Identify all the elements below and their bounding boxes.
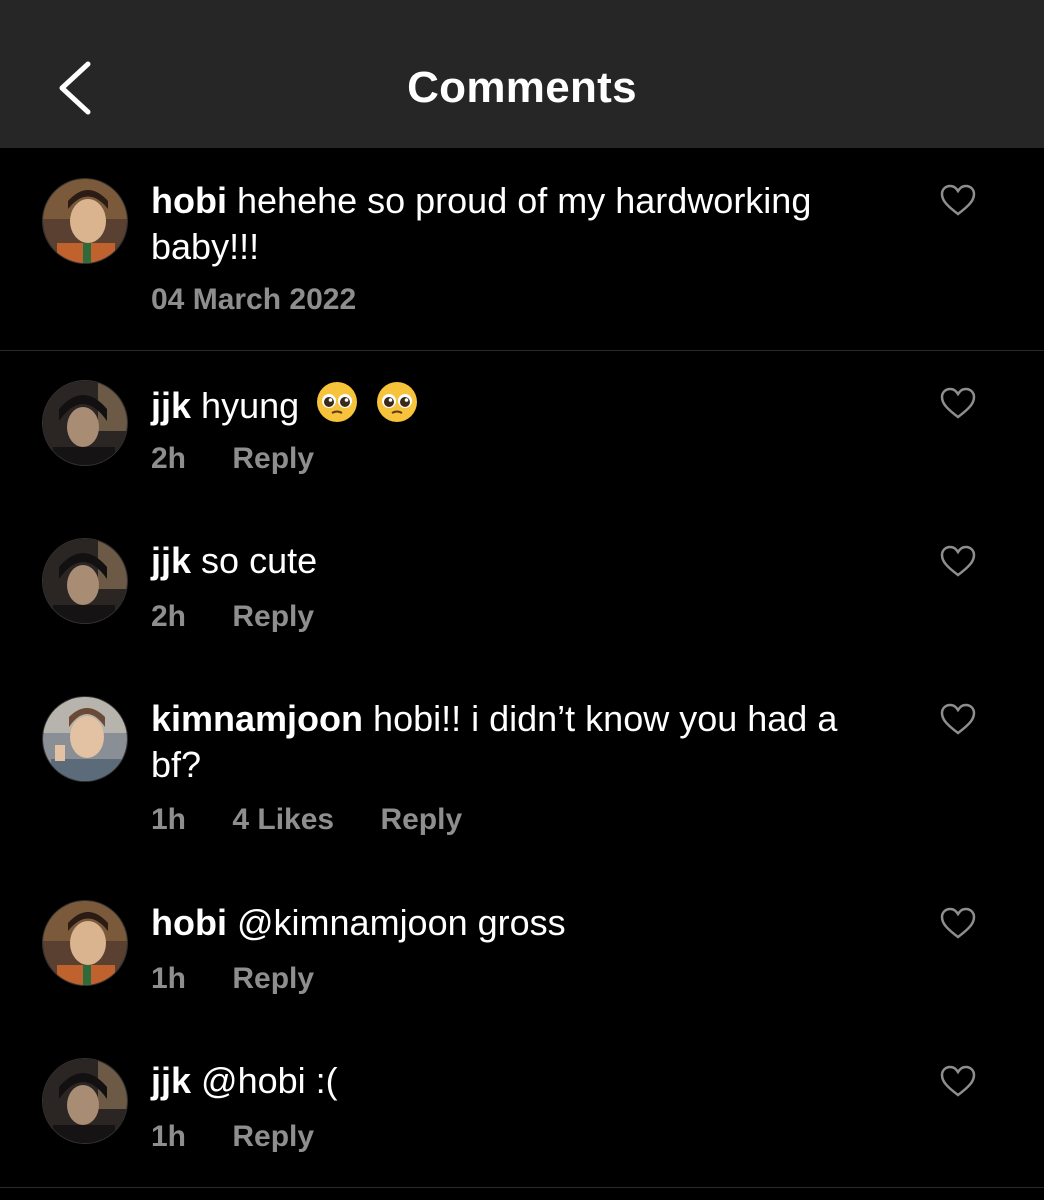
heart-icon[interactable] bbox=[940, 907, 976, 939]
comment-meta: 04 March 2022 bbox=[151, 282, 394, 318]
username[interactable]: jjk bbox=[151, 385, 191, 426]
avatar[interactable] bbox=[42, 538, 128, 624]
reply-button[interactable]: Reply bbox=[232, 600, 314, 633]
comment-body: hyung bbox=[201, 385, 300, 426]
heart-icon[interactable] bbox=[940, 184, 976, 216]
avatar[interactable] bbox=[42, 696, 128, 782]
likes-count[interactable]: 4 Likes bbox=[232, 803, 334, 836]
pleading-face-emoji bbox=[317, 382, 358, 422]
comment-body: @hobi :( bbox=[201, 1060, 338, 1101]
avatar[interactable] bbox=[42, 1058, 128, 1144]
page-title: Comments bbox=[407, 63, 637, 112]
divider bbox=[0, 350, 1044, 351]
heart-icon[interactable] bbox=[940, 1065, 976, 1097]
comment-time: 1h bbox=[151, 1120, 187, 1153]
comment-text: jjk @hobi :( bbox=[151, 1058, 896, 1104]
comment-body: @kimnamjoon gross bbox=[237, 902, 566, 943]
pleading-face-emoji bbox=[377, 382, 418, 422]
comment-body: so cute bbox=[201, 540, 318, 581]
header-bar: Comments bbox=[0, 0, 1044, 148]
comment-meta: 2h Reply bbox=[151, 599, 352, 635]
comment-time: 1h bbox=[151, 962, 187, 995]
username[interactable]: hobi bbox=[151, 902, 227, 943]
comment-text: kimnamjoon hobi!! i didn’t know you had … bbox=[151, 696, 896, 788]
username[interactable]: kimnamjoon bbox=[151, 698, 363, 739]
comment-meta: 1h Reply bbox=[151, 961, 352, 997]
heart-icon[interactable] bbox=[940, 703, 976, 735]
avatar[interactable] bbox=[42, 178, 128, 264]
reply-button[interactable]: Reply bbox=[232, 962, 314, 995]
reply-button[interactable]: Reply bbox=[232, 442, 314, 475]
comment-text: hobi hehehe so proud of my hardworking b… bbox=[151, 178, 896, 270]
username[interactable]: jjk bbox=[151, 540, 191, 581]
divider bbox=[0, 1187, 1044, 1188]
reply-button[interactable]: Reply bbox=[380, 803, 462, 836]
comment-body: hehehe so proud of my hardworking baby!!… bbox=[151, 180, 812, 267]
avatar[interactable] bbox=[42, 900, 128, 986]
username[interactable]: jjk bbox=[151, 1060, 191, 1101]
avatar[interactable] bbox=[42, 380, 128, 466]
comment-meta: 2h Reply bbox=[151, 441, 352, 477]
comment-time: 1h bbox=[151, 803, 187, 836]
comment-time: 2h bbox=[151, 600, 187, 633]
reply-button[interactable]: Reply bbox=[232, 1120, 314, 1153]
comment-meta: 1h 4 Likes Reply bbox=[151, 802, 500, 838]
username[interactable]: hobi bbox=[151, 180, 227, 221]
post-date: 04 March 2022 bbox=[151, 283, 357, 316]
comment-meta: 1h Reply bbox=[151, 1119, 352, 1155]
comment-time: 2h bbox=[151, 442, 187, 475]
heart-icon[interactable] bbox=[940, 545, 976, 577]
comment-text: jjk so cute bbox=[151, 538, 896, 584]
comment-text: jjk hyung bbox=[151, 380, 896, 429]
comment-text: hobi @kimnamjoon gross bbox=[151, 900, 896, 946]
heart-icon[interactable] bbox=[940, 387, 976, 419]
